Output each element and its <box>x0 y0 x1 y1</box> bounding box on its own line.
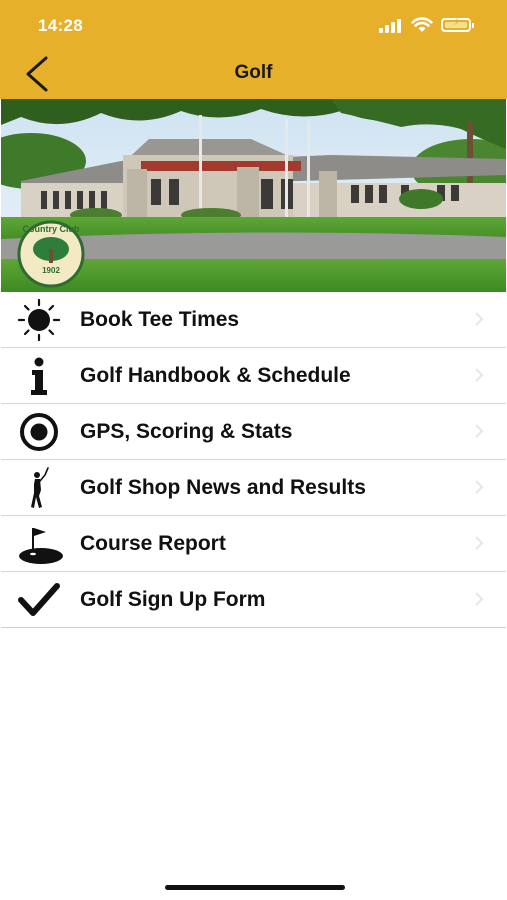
chevron-right-icon <box>475 480 484 494</box>
chevron-right-icon <box>475 592 484 606</box>
chevron-right-icon <box>475 368 484 382</box>
checkmark-icon <box>18 583 60 616</box>
app-header: 14:28 ⚡ Golf <box>0 0 507 99</box>
chevron-right-icon <box>475 536 484 550</box>
home-indicator[interactable] <box>165 885 345 890</box>
country-club-logo: Country Club 1902 <box>17 220 85 288</box>
status-time: 14:28 <box>38 16 83 35</box>
menu-item-label: GPS, Scoring & Stats <box>80 420 293 443</box>
status-bar: 14:28 ⚡ <box>0 0 507 50</box>
svg-text:Country Club: Country Club <box>23 224 80 234</box>
menu-item-label: Golf Handbook & Schedule <box>80 364 351 387</box>
chevron-right-icon <box>475 424 484 438</box>
menu-item-label: Golf Shop News and Results <box>80 476 366 499</box>
wifi-icon <box>411 17 433 32</box>
svg-text:1902: 1902 <box>42 266 60 275</box>
menu-item-label: Book Tee Times <box>80 308 240 331</box>
sun-icon <box>17 298 61 342</box>
page-title: Golf <box>234 62 273 83</box>
menu-item-golf-sign-up-form[interactable]: Golf Sign Up Form <box>1 571 506 627</box>
cellular-signal-icon <box>379 17 405 33</box>
battery-icon: ⚡ <box>441 15 474 32</box>
menu-item-gps-scoring-stats[interactable]: GPS, Scoring & Stats <box>1 403 506 459</box>
menu-item-book-tee-times[interactable]: Book Tee Times <box>1 292 506 347</box>
clubhouse-photo: Country Club 1902 <box>1 99 506 292</box>
menu-item-course-report[interactable]: Course Report <box>1 515 506 571</box>
navigation-bar: Golf <box>0 50 507 99</box>
golfer-icon <box>31 467 49 508</box>
target-icon <box>20 413 58 451</box>
menu-item-label: Golf Sign Up Form <box>80 588 266 611</box>
menu-item-golf-shop-news[interactable]: Golf Shop News and Results <box>1 459 506 515</box>
menu-item-label: Course Report <box>80 532 226 555</box>
golf-flag-icon <box>19 528 63 564</box>
golf-menu-list: Book Tee Times Golf Handbook & Schedule … <box>1 292 506 628</box>
chevron-right-icon <box>475 312 484 326</box>
info-icon <box>31 357 47 395</box>
charging-bolt-icon: ⚡ <box>452 15 461 29</box>
menu-item-golf-handbook[interactable]: Golf Handbook & Schedule <box>1 347 506 403</box>
